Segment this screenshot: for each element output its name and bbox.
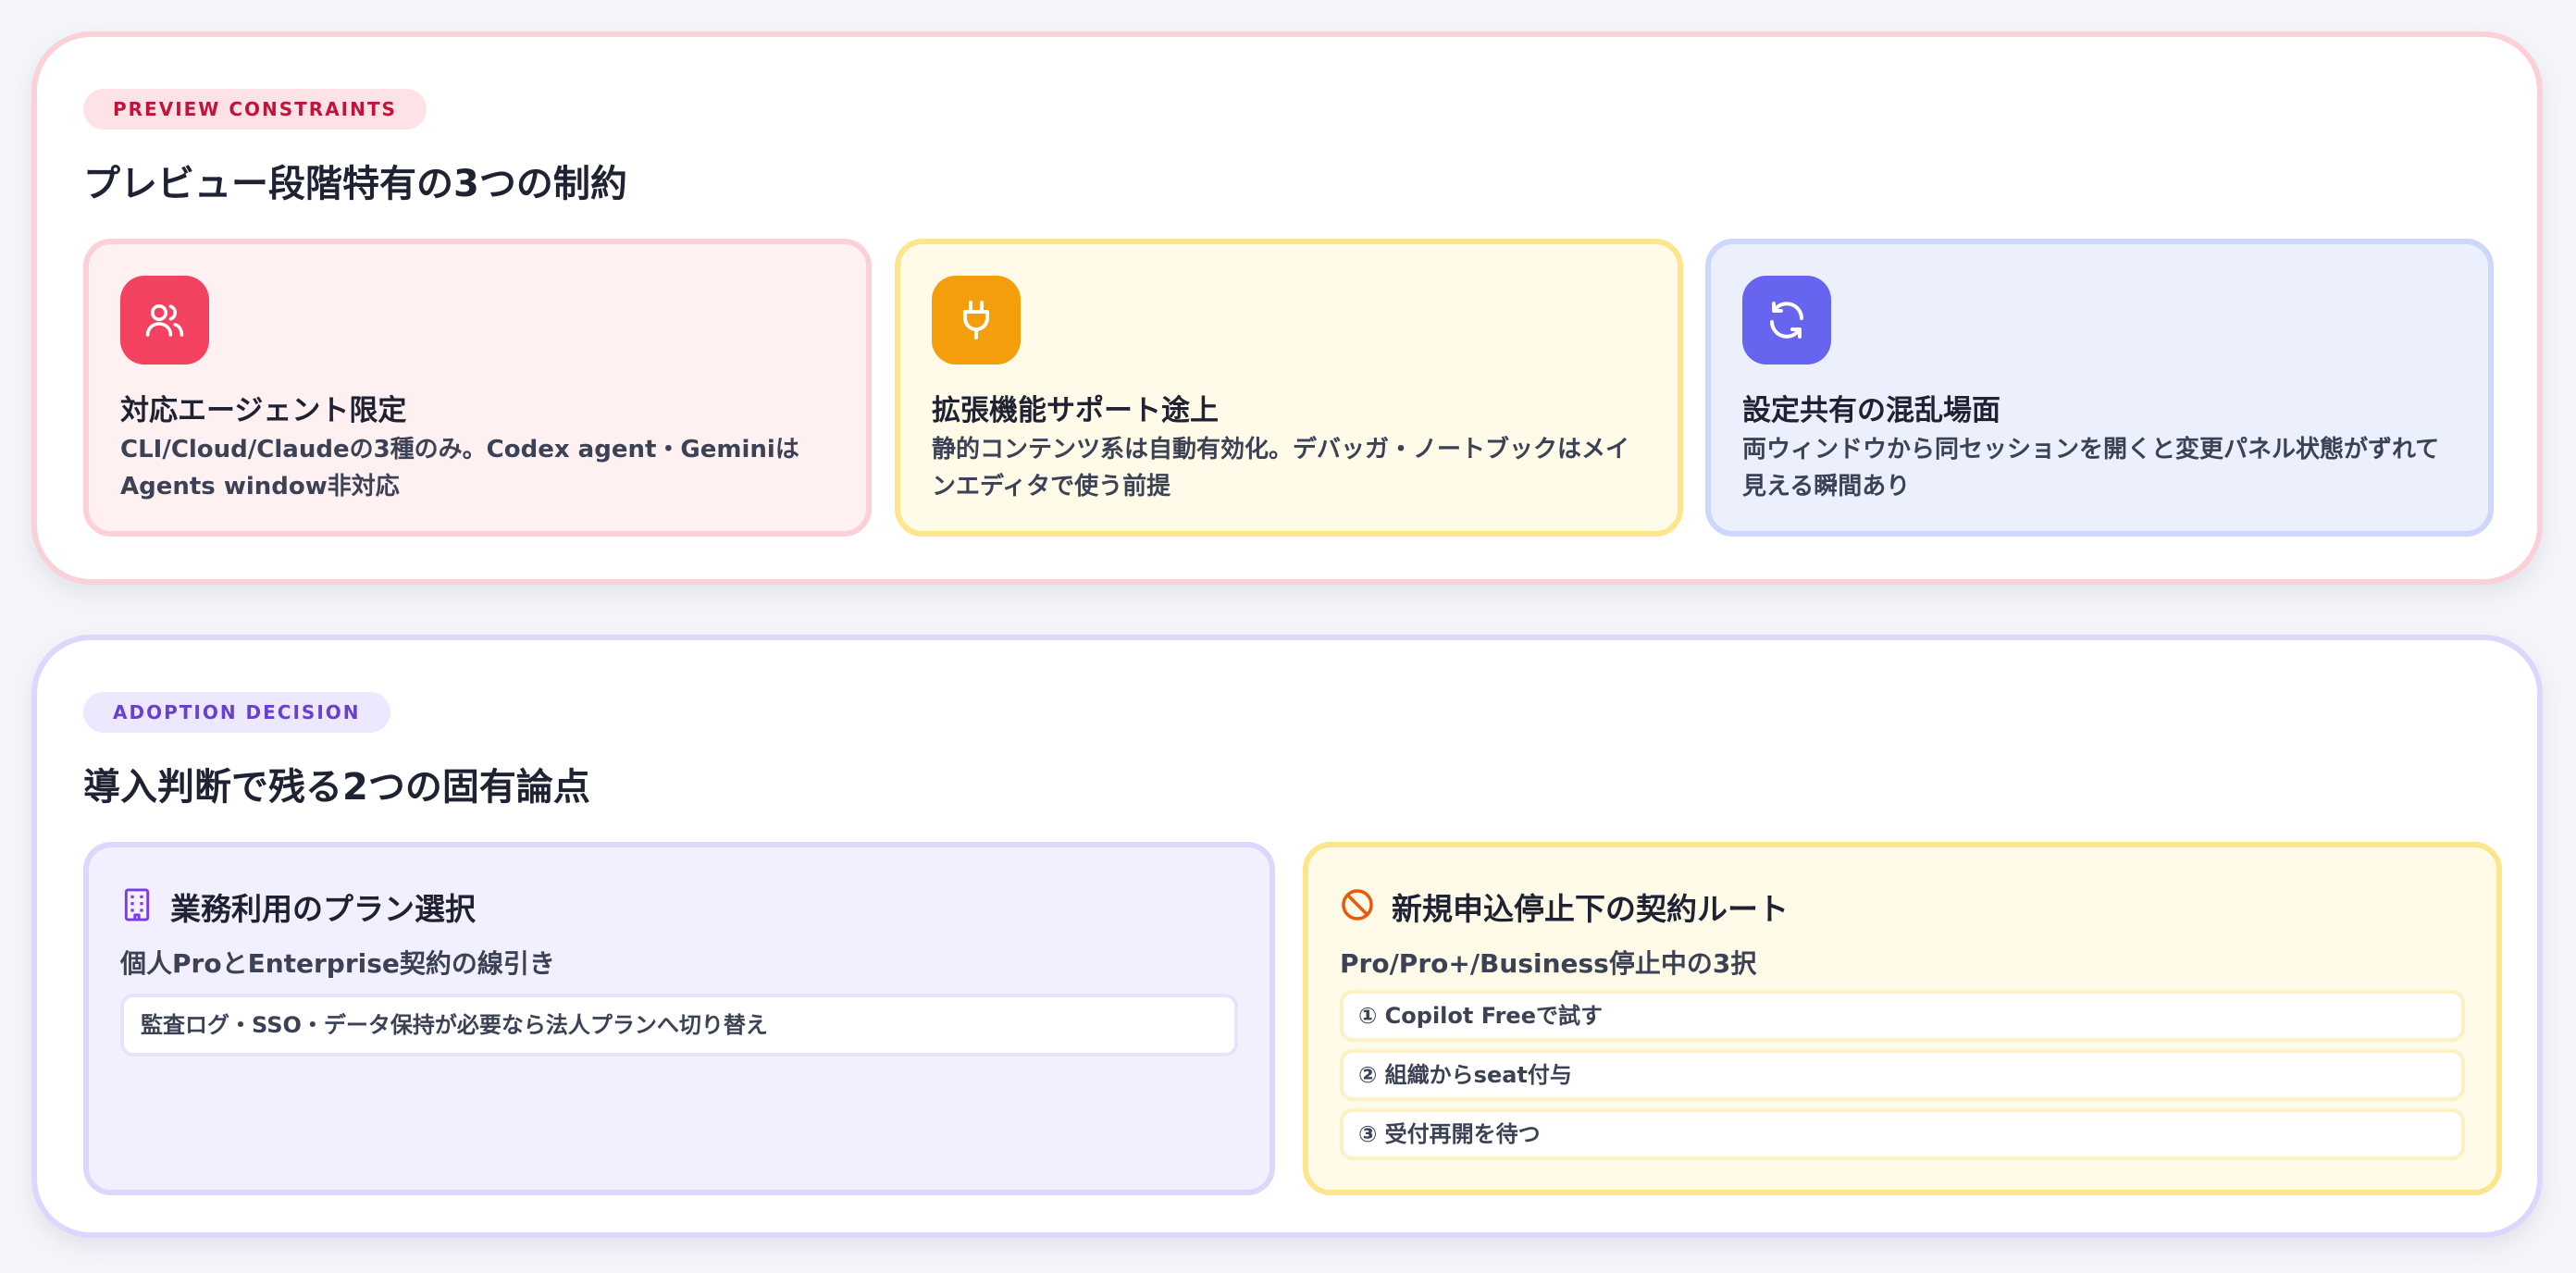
contract-route-title: 新規申込停止下の契約ルート	[1392, 891, 1789, 927]
constraint-title: 設定共有の混乱場面	[1742, 394, 2000, 427]
preview-constraints-section: PREVIEW CONSTRAINTS プレビュー段階特有の3つの制約 対応エー…	[31, 31, 2543, 585]
preview-constraints-badge: PREVIEW CONSTRAINTS	[83, 89, 427, 130]
adoption-decision-section: ADOPTION DECISION 導入判断で残る2つの固有論点 業務利用のプラ…	[31, 635, 2543, 1238]
refresh-icon	[1742, 276, 1831, 365]
contract-route-header: 新規申込停止下の契約ルート	[1340, 884, 1789, 929]
plug-icon	[932, 276, 1021, 365]
adoption-decision-title: 導入判断で残る2つの固有論点	[83, 766, 590, 809]
contract-option: ③ 受付再開を待つ	[1340, 1108, 2465, 1160]
plan-selection-title: 業務利用のプラン選択	[170, 891, 476, 927]
prohibited-icon	[1340, 887, 1375, 926]
constraint-description: 両ウィンドウから同セッションを開くと変更パネル状態がずれて見える瞬間あり	[1742, 436, 2440, 501]
constraint-description: 静的コンテンツ系は自動有効化。デバッガ・ノートブックはメインエディタで使う前提	[932, 436, 1630, 501]
constraint-card-agents: 対応エージェント限定 CLI/Cloud/Claudeの3種のみ。Codex a…	[83, 239, 872, 537]
building-icon	[120, 887, 154, 926]
constraint-title: 拡張機能サポート途上	[932, 394, 1219, 427]
constraint-card-extensions: 拡張機能サポート途上 静的コンテンツ系は自動有効化。デバッガ・ノートブックはメイ…	[895, 239, 1683, 537]
contract-option: ② 組織からseat付与	[1340, 1049, 2465, 1101]
contract-option: ① Copilot Freeで試す	[1340, 990, 2465, 1042]
plan-selection-note: 監査ログ・SSO・データ保持が必要なら法人プランへ切り替え	[120, 994, 1238, 1057]
plan-selection-subtitle: 個人ProとEnterprise契約の線引き	[120, 948, 555, 979]
contract-route-subtitle: Pro/Pro+/Business停止中の3択	[1340, 948, 1757, 979]
plan-selection-header: 業務利用のプラン選択	[120, 884, 476, 929]
contract-route-card: 新規申込停止下の契約ルート Pro/Pro+/Business停止中の3択 ① …	[1303, 842, 2502, 1195]
plan-selection-card: 業務利用のプラン選択 個人ProとEnterprise契約の線引き 監査ログ・S…	[83, 842, 1275, 1195]
preview-constraints-title: プレビュー段階特有の3つの制約	[83, 163, 627, 205]
adoption-decision-badge: ADOPTION DECISION	[83, 692, 390, 733]
constraint-card-settings: 設定共有の混乱場面 両ウィンドウから同セッションを開くと変更パネル状態がずれて見…	[1705, 239, 2494, 537]
constraint-description: CLI/Cloud/Claudeの3種のみ。Codex agent・Gemini…	[120, 436, 799, 501]
constraint-title: 対応エージェント限定	[120, 394, 407, 427]
users-icon	[120, 276, 209, 365]
